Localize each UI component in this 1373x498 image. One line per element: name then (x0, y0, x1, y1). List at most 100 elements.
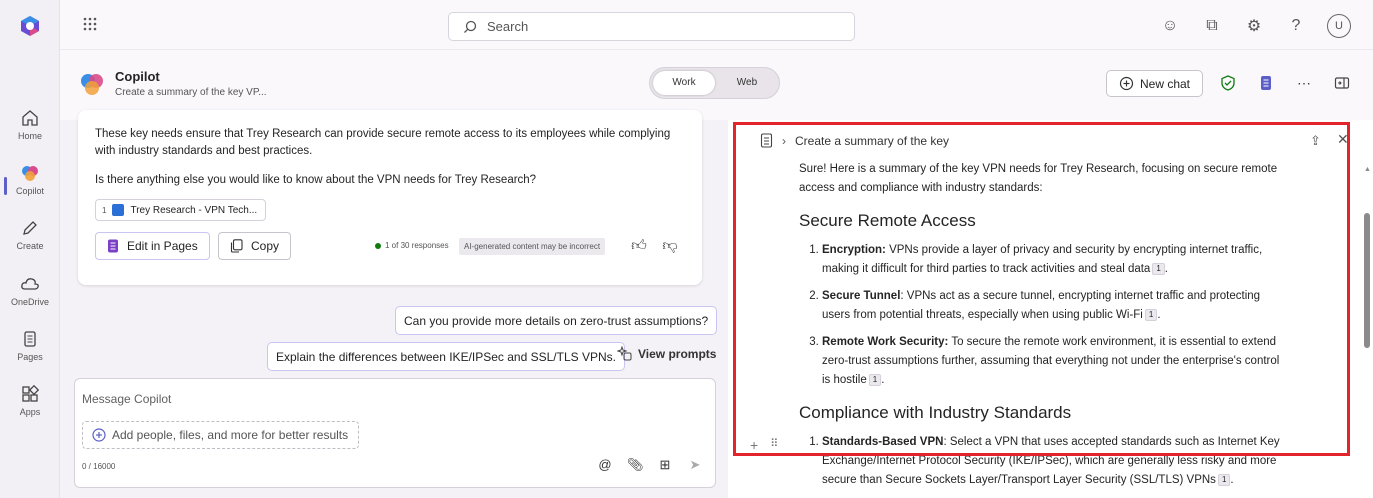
nav-rail: Home Copilot Create OneDrive Pages Apps (0, 0, 60, 498)
rail-label-home: Home (17, 131, 42, 141)
add-block-icon[interactable]: + (750, 437, 758, 453)
pages-icon (24, 331, 36, 347)
copy-label: Copy (251, 239, 280, 253)
rail-label-apps: Apps (19, 407, 41, 417)
rail-label-create: Create (16, 241, 44, 251)
add-context-button[interactable]: Add people, files, and more for better r… (82, 421, 360, 449)
response-count: 1 of 30 responses (385, 241, 449, 250)
search-placeholder: Search (487, 19, 529, 34)
pages-scrollbar[interactable]: ▲ (1364, 166, 1371, 486)
rail-item-home[interactable]: Home (0, 108, 60, 158)
thumbs-down-icon[interactable]: 👎︎ (661, 237, 679, 255)
citation-title: Trey Research - VPN Tech... (130, 204, 258, 216)
search-input[interactable]: Search (448, 12, 855, 41)
app-launcher-icon[interactable] (82, 16, 98, 32)
list-item: Secure Tunnel: VPNs act as a secure tunn… (822, 287, 1289, 325)
pages-doc-icon[interactable] (1258, 75, 1274, 91)
rail-item-create[interactable]: Create (0, 218, 60, 268)
add-circle-icon (92, 428, 106, 442)
whats-new-icon[interactable]: ⧉ (1201, 15, 1223, 37)
list-item: Standards-Based VPN: Select a VPN that u… (822, 433, 1289, 490)
thumbs-up-icon[interactable]: 👍︎ (630, 237, 648, 255)
pages-breadcrumb: › Create a summary of the key (760, 133, 949, 148)
copy-icon (230, 239, 243, 253)
list-item-text: VPNs provide a layer of privacy and secu… (822, 244, 1263, 275)
copy-button[interactable]: Copy (218, 232, 292, 260)
rail-label-onedrive: OneDrive (10, 297, 49, 307)
work-web-toggle[interactable]: Work Web (649, 67, 780, 99)
list-item-term: Standards-Based VPN (822, 436, 944, 448)
new-chat-button[interactable]: New chat (1106, 70, 1203, 97)
top-actions: ☺ ⧉ ⚙ ? U (1159, 14, 1351, 38)
rail-label-pages: Pages (17, 352, 43, 362)
composer-tools: @ 📎︎ ⊞ ➤ (597, 457, 703, 473)
reference-badge[interactable]: 1 (868, 373, 882, 386)
page-content: Sure! Here is a summary of the key VPN n… (799, 160, 1289, 498)
plugins-icon[interactable]: ⊞ (657, 457, 673, 473)
rail-item-copilot[interactable]: Copilot (0, 163, 60, 213)
page-breadcrumb-title[interactable]: Create a summary of the key (795, 134, 949, 148)
section1-list: Encryption: VPNs provide a layer of priv… (799, 241, 1289, 390)
word-doc-icon (112, 204, 125, 216)
pages-icon (108, 239, 118, 253)
citation-chip[interactable]: 1 Trey Research - VPN Tech... (95, 199, 267, 221)
top-bar: Search ☺ ⧉ ⚙ ? U (60, 0, 1373, 50)
share-icon[interactable]: ⇪ (1310, 133, 1321, 149)
reference-badge[interactable]: 1 (1152, 262, 1165, 275)
section2-list: Standards-Based VPN: Select a VPN that u… (799, 433, 1289, 490)
apps-icon (22, 384, 40, 402)
close-icon[interactable]: ✕ (1337, 131, 1349, 148)
copilot-icon (22, 166, 38, 181)
message-composer[interactable]: Message Copilot Add people, files, and m… (74, 378, 716, 488)
list-item: Remote Work Security: To secure the remo… (822, 333, 1289, 390)
response-followup: Is there anything else you would like to… (95, 174, 537, 186)
scroll-up-icon[interactable]: ▲ (1364, 166, 1371, 173)
home-icon (22, 110, 38, 126)
avatar[interactable]: U (1327, 14, 1351, 38)
ai-disclaimer-badge: AI-generated content may be incorrect (459, 238, 606, 255)
response-paragraph: These key needs ensure that Trey Researc… (95, 128, 671, 157)
more-options-icon[interactable]: ⋯ (1296, 75, 1312, 91)
settings-gear-icon[interactable]: ⚙ (1243, 15, 1265, 37)
help-icon[interactable]: ? (1285, 15, 1307, 37)
section-heading-secure-remote-access: Secure Remote Access (799, 211, 976, 230)
response-counter: 1 of 30 responses (375, 241, 449, 250)
suggested-prompt-ike-ssl[interactable]: Explain the differences between IKE/IPSe… (267, 342, 625, 371)
status-dot-icon (375, 242, 381, 249)
copilot-response-card: These key needs ensure that Trey Researc… (78, 110, 702, 285)
suggested-prompt-zero-trust[interactable]: Can you provide more details on zero-tru… (395, 306, 718, 335)
rail-item-onedrive[interactable]: OneDrive (0, 274, 60, 324)
pen-icon (23, 221, 37, 235)
section-heading-compliance: Compliance with Industry Standards (799, 403, 1072, 422)
chat-pane: These key needs ensure that Trey Researc… (60, 110, 728, 498)
feedback-smiley-icon[interactable]: ☺ (1159, 15, 1181, 37)
list-item-term: Secure Tunnel (822, 290, 901, 302)
rail-item-apps[interactable]: Apps (0, 384, 60, 434)
page-doc-icon (760, 133, 773, 148)
chevron-right-icon[interactable]: › (782, 134, 786, 148)
toggle-work[interactable]: Work (653, 71, 715, 95)
message-input[interactable]: Message Copilot (82, 392, 171, 406)
mention-icon[interactable]: @ (597, 457, 613, 473)
list-item: Encryption: VPNs provide a layer of priv… (822, 241, 1289, 279)
shield-check-icon[interactable] (1220, 75, 1236, 91)
side-panel-icon[interactable] (1334, 75, 1350, 91)
sparkle-prompts-icon (617, 346, 632, 361)
drag-handle-icon[interactable]: ⠿ (770, 437, 778, 453)
search-icon (464, 20, 477, 33)
reference-badge[interactable]: 1 (1144, 308, 1158, 321)
toggle-web[interactable]: Web (716, 71, 778, 95)
page-intro: Sure! Here is a summary of the key VPN n… (799, 163, 1278, 194)
scrollbar-thumb[interactable] (1364, 213, 1370, 348)
m365-logo-icon[interactable] (18, 14, 42, 38)
cloud-icon (21, 278, 39, 290)
reference-badge[interactable]: 1 (1217, 473, 1231, 486)
view-prompts-button[interactable]: View prompts (617, 346, 716, 361)
edit-in-pages-label: Edit in Pages (127, 239, 198, 253)
attach-paperclip-icon[interactable]: 📎︎ (627, 457, 644, 473)
header-actions: ⋯ (1220, 75, 1350, 91)
view-prompts-label: View prompts (638, 346, 717, 361)
edit-in-pages-button[interactable]: Edit in Pages (95, 232, 210, 260)
send-icon[interactable]: ➤ (687, 457, 703, 473)
rail-item-pages[interactable]: Pages (0, 329, 60, 379)
